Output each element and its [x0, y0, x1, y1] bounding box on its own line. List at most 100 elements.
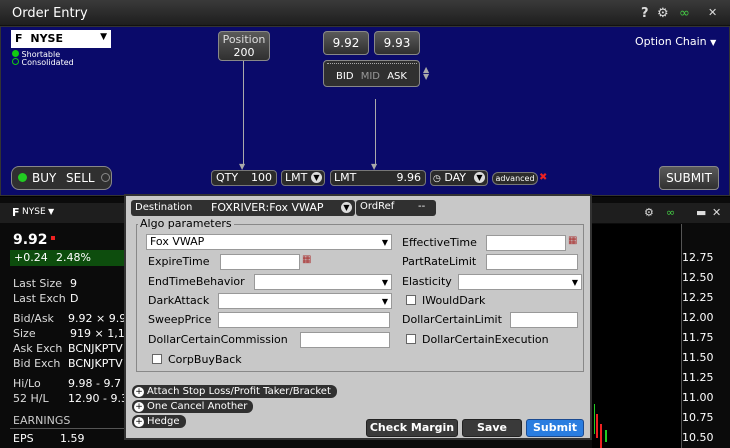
axis-tick-label: 12.25	[682, 291, 714, 304]
dollar-certain-execution-checkbox[interactable]	[406, 334, 416, 344]
ordref-field[interactable]: OrdRef --	[356, 200, 436, 216]
dollar-certain-limit-input[interactable]	[510, 312, 578, 328]
link-icon[interactable]: ∞	[679, 6, 690, 21]
ordref-value: --	[418, 201, 426, 212]
chevron-down-icon: ▼	[381, 238, 388, 247]
close-icon[interactable]: ✕	[708, 6, 717, 19]
bid-mid-ask-slider[interactable]: BID MID ASK	[323, 60, 420, 87]
quote-value: D	[70, 292, 79, 305]
status-dot-icon	[12, 50, 19, 57]
end-time-behavior-select[interactable]: ▼	[254, 274, 392, 290]
quote-row: Bid/Ask	[13, 312, 54, 325]
chevron-down-icon: ▼	[311, 172, 322, 183]
time-in-force-select[interactable]: ◷ DAY ▼	[430, 170, 488, 186]
expire-time-input[interactable]	[220, 254, 300, 270]
status-ring-icon	[12, 58, 19, 65]
symbol-selector[interactable]: F NYSE ▼	[11, 30, 111, 48]
chevron-down-icon: ▼	[710, 38, 717, 47]
change-bar: +0.24 2.48%	[10, 250, 124, 266]
close-icon[interactable]: ✕	[712, 206, 721, 219]
hedge-button[interactable]: + Hedge	[132, 415, 186, 428]
destination-select[interactable]: Destination FOXRIVER:Fox VWAP ▼	[131, 200, 355, 216]
chart-header: ⚙ ∞ ▬ ✕	[592, 203, 730, 223]
effective-time-label: EffectiveTime	[402, 236, 477, 249]
calendar-icon[interactable]: ▦	[302, 254, 311, 265]
link-icon[interactable]: ∞	[666, 206, 675, 219]
save-button[interactable]: Save	[462, 419, 522, 437]
quote-ticker: F	[12, 206, 20, 219]
buy-indicator-icon	[18, 173, 27, 182]
advanced-button[interactable]: advanced	[492, 172, 538, 185]
axis-tick-label: 10.75	[682, 411, 714, 424]
limit-price-value: 9.96	[396, 171, 422, 184]
check-margin-button[interactable]: Check Margin	[366, 419, 458, 437]
limit-price-field[interactable]: LMT 9.96	[330, 170, 426, 186]
order-type-select[interactable]: LMT ▼	[281, 170, 325, 186]
elasticity-select[interactable]: ▼	[458, 274, 582, 290]
chart-candle	[600, 424, 602, 448]
gear-icon[interactable]: ⚙	[644, 206, 654, 219]
qty-label: QTY	[216, 171, 239, 184]
quote-value: 9	[70, 277, 77, 290]
buy-sell-toggle[interactable]: BUY SELL	[11, 166, 112, 190]
chevron-down-icon: ▼	[381, 278, 388, 287]
calendar-icon[interactable]: ▦	[568, 235, 577, 246]
buy-button[interactable]: BUY	[32, 171, 56, 185]
ask-price-button[interactable]: 9.93	[374, 31, 420, 55]
dark-attack-label: DarkAttack	[148, 294, 210, 307]
bid-label: BID	[336, 71, 354, 82]
part-rate-limit-label: PartRateLimit	[402, 255, 477, 268]
elasticity-label: Elasticity	[402, 275, 452, 288]
dollar-certain-commission-input[interactable]	[300, 332, 390, 348]
axis-tick-label: 11.25	[682, 371, 714, 384]
ask-label: ASK	[387, 71, 407, 82]
symbol-exchange: NYSE	[30, 32, 63, 45]
submit-order-button[interactable]: SUBMIT	[659, 166, 719, 190]
window-title: Order Entry	[12, 6, 88, 21]
i-would-dark-label: IWouldDark	[422, 294, 486, 307]
axis-tick-label: 11.75	[682, 331, 714, 344]
part-rate-limit-input[interactable]	[486, 254, 578, 270]
gear-icon[interactable]: ⚙	[657, 6, 669, 21]
ordref-label: OrdRef	[360, 201, 395, 212]
submit-button[interactable]: Submit	[526, 419, 584, 437]
price-connector	[375, 99, 376, 165]
position-value: 200	[233, 46, 255, 59]
price-chart[interactable]	[592, 224, 682, 448]
help-icon[interactable]: ?	[641, 6, 649, 21]
earnings-heading: EARNINGS	[13, 414, 71, 427]
position-box[interactable]: Position 200	[218, 31, 270, 61]
effective-time-input[interactable]	[486, 235, 566, 251]
qty-value: 100	[251, 171, 272, 184]
algo-select[interactable]: Fox VWAP ▼	[146, 234, 392, 250]
one-cancel-another-button[interactable]: + One Cancel Another	[132, 400, 254, 413]
axis-tick-label: 12.50	[682, 271, 714, 284]
chevron-down-icon[interactable]: ▼	[48, 207, 54, 216]
change-value: +0.24	[14, 251, 48, 264]
quote-row: Last Exch	[13, 292, 66, 305]
quantity-field[interactable]: QTY 100	[211, 170, 277, 186]
option-chain-button[interactable]: Option Chain ▼	[635, 35, 716, 48]
plus-icon: +	[134, 417, 144, 427]
quote-exchange[interactable]: NYSE	[22, 207, 46, 217]
axis-tick-label: 11.00	[682, 391, 714, 404]
price-type-label: LMT	[334, 171, 357, 184]
minimize-icon[interactable]: ▬	[696, 206, 706, 219]
position-label: Position	[222, 33, 266, 46]
corp-buy-back-checkbox[interactable]	[152, 354, 162, 364]
spinner-icon[interactable]: ▲ ▼	[423, 66, 429, 81]
i-would-dark-checkbox[interactable]	[406, 295, 416, 305]
quote-value: 12.90 - 9.3	[68, 392, 128, 405]
bid-price-button[interactable]: 9.92	[323, 31, 369, 55]
eps-value: 1.59	[60, 432, 85, 445]
plus-icon: +	[134, 387, 144, 397]
attach-bracket-button[interactable]: + Attach Stop Loss/Profit Taker/Bracket	[132, 385, 337, 398]
dark-attack-select[interactable]: ▼	[218, 293, 392, 309]
end-time-behavior-label: EndTimeBehavior	[148, 275, 245, 288]
consolidated-status: Consolidated	[12, 58, 74, 67]
sweep-price-input[interactable]	[218, 312, 390, 328]
advanced-order-dialog: Destination FOXRIVER:Fox VWAP ▼ OrdRef -…	[124, 194, 592, 440]
sell-button[interactable]: SELL	[66, 171, 95, 185]
close-icon[interactable]: ✖	[539, 172, 547, 183]
mid-label: MID	[360, 71, 381, 82]
